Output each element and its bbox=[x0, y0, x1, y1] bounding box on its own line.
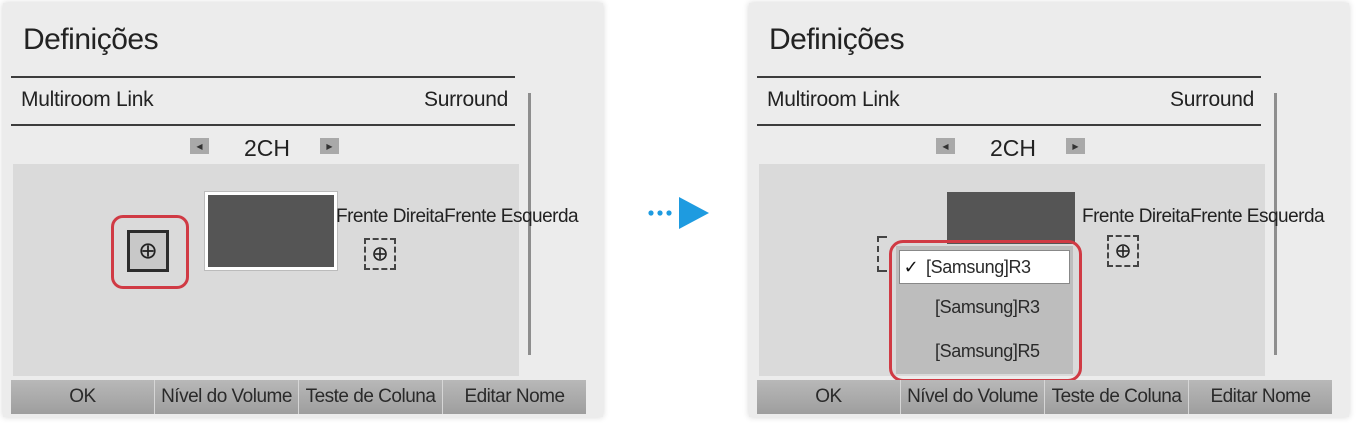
prev-channel-button[interactable]: ◀ bbox=[190, 138, 209, 154]
volume-level-button[interactable]: Nível do Volume bbox=[155, 380, 299, 414]
triangle-left-icon: ◀ bbox=[942, 141, 949, 151]
option-label: [Samsung]R3 bbox=[935, 296, 1040, 317]
channel-mode: 2CH bbox=[244, 135, 291, 161]
crosshair-circle-icon bbox=[1116, 244, 1130, 258]
edit-name-button[interactable]: Editar Nome bbox=[443, 380, 586, 414]
prev-channel-button[interactable]: ◀ bbox=[936, 138, 955, 154]
speaker-slot-left-selected[interactable] bbox=[127, 230, 169, 272]
action-bar: OK Nível do Volume Teste de Coluna Edita… bbox=[757, 380, 1332, 414]
crosshair-circle-icon bbox=[373, 247, 387, 261]
speaker-slot-left[interactable] bbox=[877, 236, 887, 272]
triangle-right-icon: ▶ bbox=[1072, 141, 1079, 151]
arrow-right-icon bbox=[648, 197, 709, 229]
option-label: [Samsung]R5 bbox=[935, 340, 1040, 361]
tv-screen bbox=[947, 192, 1075, 244]
dropdown-option[interactable]: [Samsung]R3 bbox=[896, 290, 1073, 324]
speaker-position-label: Frente DireitaFrente Esquerda bbox=[1082, 206, 1325, 227]
divider bbox=[757, 76, 1261, 78]
page-title: Definições bbox=[769, 23, 905, 56]
edit-name-button[interactable]: Editar Nome bbox=[1189, 380, 1332, 414]
divider bbox=[11, 124, 515, 126]
triangle-left-icon: ◀ bbox=[196, 141, 203, 151]
dropdown-option[interactable]: [Samsung]R5 bbox=[896, 334, 1073, 368]
speaker-slot-right[interactable] bbox=[1107, 235, 1139, 267]
check-icon: ✓ bbox=[903, 256, 919, 277]
option-label: [Samsung]R3 bbox=[926, 256, 1031, 277]
speaker-position-label: Frente DireitaFrente Esquerda bbox=[336, 206, 579, 227]
speaker-slot-right[interactable] bbox=[364, 238, 396, 270]
page-title: Definições bbox=[23, 23, 159, 56]
speaker-dropdown[interactable]: ✓ [Samsung]R3 [Samsung]R3 [Samsung]R5 bbox=[896, 246, 1073, 374]
next-channel-button[interactable]: ▶ bbox=[320, 138, 339, 154]
action-bar: OK Nível do Volume Teste de Coluna Edita… bbox=[11, 380, 586, 414]
volume-level-button[interactable]: Nível do Volume bbox=[901, 380, 1045, 414]
divider bbox=[757, 124, 1261, 126]
dropdown-option-selected[interactable]: ✓ [Samsung]R3 bbox=[899, 250, 1070, 284]
triangle-right-icon: ▶ bbox=[326, 141, 333, 151]
speaker-test-button[interactable]: Teste de Coluna bbox=[299, 380, 443, 414]
crosshair-circle-icon bbox=[140, 243, 156, 259]
next-channel-button[interactable]: ▶ bbox=[1066, 138, 1085, 154]
channel-mode: 2CH bbox=[990, 135, 1037, 161]
speaker-test-button[interactable]: Teste de Coluna bbox=[1045, 380, 1189, 414]
setting-value[interactable]: Surround bbox=[424, 88, 508, 112]
setting-name[interactable]: Multiroom Link bbox=[767, 88, 900, 112]
setting-value[interactable]: Surround bbox=[1170, 88, 1254, 112]
ok-button[interactable]: OK bbox=[757, 380, 901, 414]
settings-panel-before: Definições Multiroom Link Surround ◀ 2CH… bbox=[3, 3, 603, 417]
tv-screen bbox=[205, 192, 337, 270]
ok-button[interactable]: OK bbox=[11, 380, 155, 414]
setting-name[interactable]: Multiroom Link bbox=[21, 88, 154, 112]
divider bbox=[11, 76, 515, 78]
settings-panel-after: Definições Multiroom Link Surround ◀ 2CH… bbox=[749, 3, 1349, 417]
